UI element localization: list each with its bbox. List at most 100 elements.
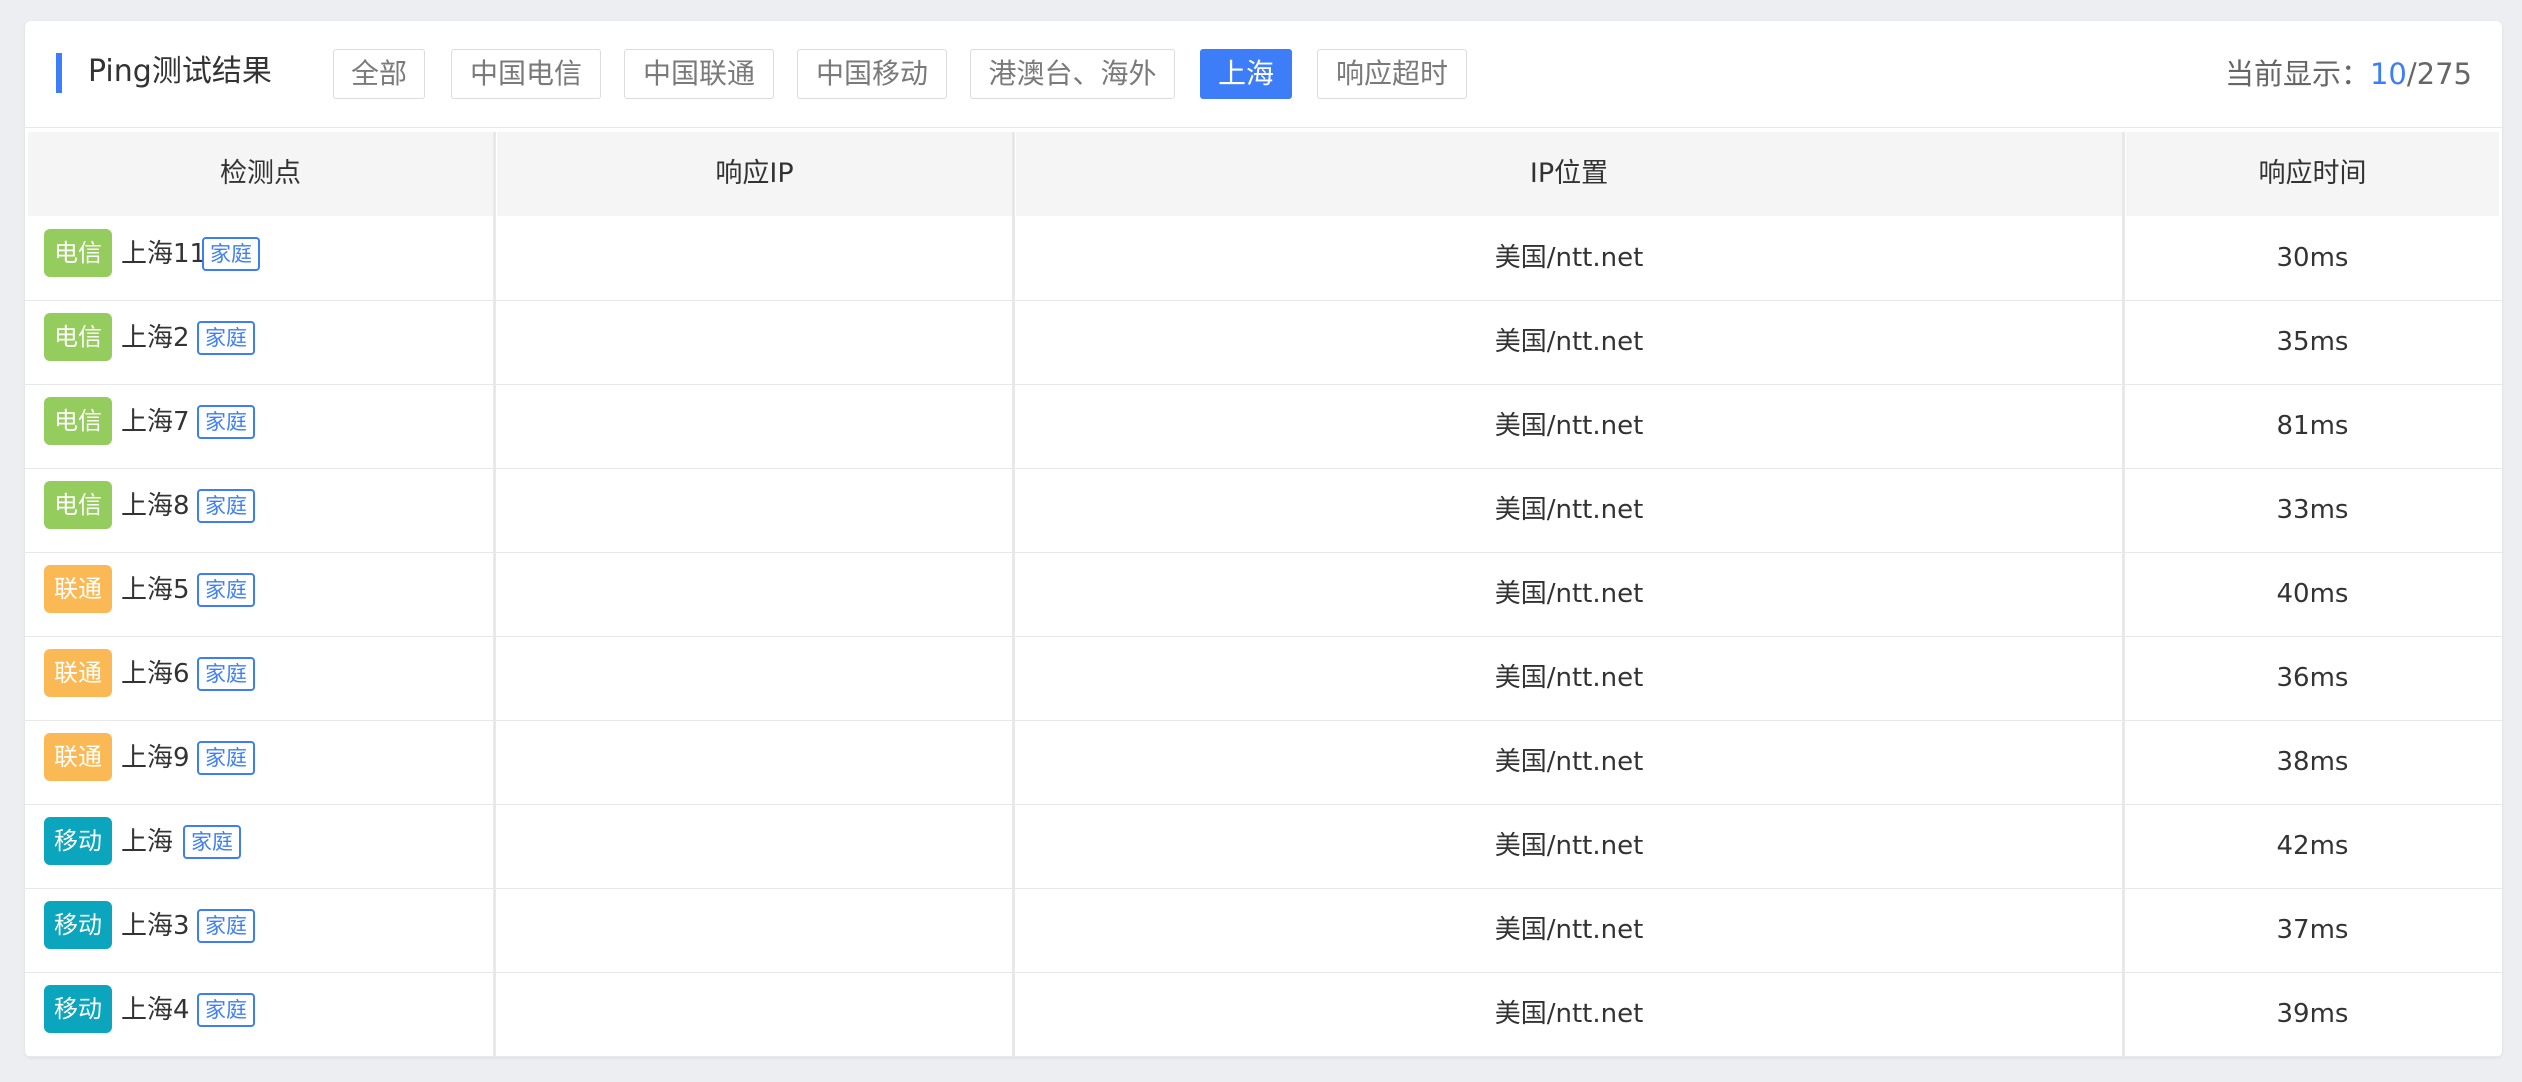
node-type-tag: 家庭 bbox=[197, 741, 255, 775]
tab-china-mobile[interactable]: 中国移动 bbox=[797, 49, 947, 99]
column-header-response-time[interactable]: 响应时间 bbox=[2126, 132, 2499, 216]
column-header-response-ip[interactable]: 响应IP bbox=[497, 132, 1012, 216]
response-time-cell: 30ms bbox=[2276, 243, 2349, 273]
ip-location-cell: 美国/ntt.net bbox=[1494, 579, 1644, 609]
response-time-cell: 81ms bbox=[2276, 411, 2349, 441]
node-name: 上海4 bbox=[121, 995, 190, 1025]
table-row: 电信 上海2 家庭 美国/ntt.net 35ms bbox=[25, 300, 2502, 385]
ip-location-cell: 美国/ntt.net bbox=[1494, 915, 1644, 945]
response-ip-cell bbox=[497, 384, 1012, 468]
ip-location-cell: 美国/ntt.net bbox=[1494, 495, 1644, 525]
response-time-cell: 38ms bbox=[2276, 747, 2349, 777]
tab-china-unicom[interactable]: 中国联通 bbox=[624, 49, 774, 99]
table-row: 联通 上海6 家庭 美国/ntt.net 36ms bbox=[25, 636, 2502, 721]
node-type-tag: 家庭 bbox=[197, 489, 255, 523]
ip-location-cell: 美国/ntt.net bbox=[1494, 327, 1644, 357]
isp-badge: 移动 bbox=[44, 817, 112, 865]
checkpoint-cell: 电信 上海8 家庭 bbox=[25, 468, 493, 552]
checkpoint-cell: 联通 上海5 家庭 bbox=[25, 552, 493, 636]
table-row: 联通 上海9 家庭 美国/ntt.net 38ms bbox=[25, 720, 2502, 805]
response-ip-cell bbox=[497, 804, 1012, 888]
ping-results-card: Ping测试结果 全部 中国电信 中国联通 中国移动 港澳台、海外 上海 响应超… bbox=[25, 21, 2502, 1057]
response-ip-cell bbox=[497, 720, 1012, 804]
response-time-cell: 33ms bbox=[2276, 495, 2349, 525]
isp-badge: 联通 bbox=[44, 649, 112, 697]
node-name: 上海6 bbox=[121, 659, 190, 689]
table-row: 电信 上海11 家庭 美国/ntt.net 30ms bbox=[25, 216, 2502, 301]
isp-badge: 电信 bbox=[44, 229, 112, 277]
response-ip-cell bbox=[497, 552, 1012, 636]
tab-shanghai[interactable]: 上海 bbox=[1200, 49, 1292, 99]
response-time-cell: 36ms bbox=[2276, 663, 2349, 693]
count-total: /275 bbox=[2406, 57, 2472, 91]
node-name: 上海8 bbox=[121, 491, 190, 521]
column-header-ip-location[interactable]: IP位置 bbox=[1016, 132, 2122, 216]
checkpoint-cell: 移动 上海4 家庭 bbox=[25, 972, 493, 1056]
checkpoint-cell: 移动 上海3 家庭 bbox=[25, 888, 493, 972]
isp-badge: 移动 bbox=[44, 985, 112, 1033]
checkpoint-cell: 电信 上海7 家庭 bbox=[25, 384, 493, 468]
ip-location-cell: 美国/ntt.net bbox=[1494, 747, 1644, 777]
ip-location-cell: 美国/ntt.net bbox=[1494, 243, 1644, 273]
ip-location-cell: 美国/ntt.net bbox=[1494, 411, 1644, 441]
response-ip-cell bbox=[497, 216, 1012, 300]
tab-all[interactable]: 全部 bbox=[333, 49, 425, 99]
table-row: 联通 上海5 家庭 美国/ntt.net 40ms bbox=[25, 552, 2502, 637]
tab-china-telecom[interactable]: 中国电信 bbox=[451, 49, 601, 99]
response-time-cell: 39ms bbox=[2276, 999, 2349, 1029]
table-row: 电信 上海7 家庭 美国/ntt.net 81ms bbox=[25, 384, 2502, 469]
tab-timeout[interactable]: 响应超时 bbox=[1317, 49, 1467, 99]
table-header: 检测点 响应IP IP位置 响应时间 bbox=[25, 132, 2502, 216]
response-ip-cell bbox=[497, 972, 1012, 1056]
response-time-cell: 42ms bbox=[2276, 831, 2349, 861]
response-ip-cell bbox=[497, 300, 1012, 384]
isp-badge: 联通 bbox=[44, 565, 112, 613]
node-type-tag: 家庭 bbox=[197, 405, 255, 439]
response-time-cell: 35ms bbox=[2276, 327, 2349, 357]
isp-badge: 电信 bbox=[44, 397, 112, 445]
table-row: 移动 上海3 家庭 美国/ntt.net 37ms bbox=[25, 888, 2502, 973]
response-ip-cell bbox=[497, 636, 1012, 720]
checkpoint-cell: 电信 上海2 家庭 bbox=[25, 300, 493, 384]
node-name: 上海5 bbox=[121, 575, 190, 605]
node-type-tag: 家庭 bbox=[183, 825, 241, 859]
node-name: 上海11 bbox=[121, 239, 207, 269]
node-name: 上海9 bbox=[121, 743, 190, 773]
checkpoint-cell: 联通 上海9 家庭 bbox=[25, 720, 493, 804]
isp-badge: 电信 bbox=[44, 481, 112, 529]
node-type-tag: 家庭 bbox=[202, 237, 260, 271]
isp-badge: 移动 bbox=[44, 901, 112, 949]
ip-location-cell: 美国/ntt.net bbox=[1494, 663, 1644, 693]
node-name: 上海7 bbox=[121, 407, 190, 437]
response-time-cell: 37ms bbox=[2276, 915, 2349, 945]
table-row: 移动 上海 家庭 美国/ntt.net 42ms bbox=[25, 804, 2502, 889]
checkpoint-cell: 移动 上海 家庭 bbox=[25, 804, 493, 888]
column-header-checkpoint[interactable]: 检测点 bbox=[28, 132, 493, 216]
checkpoint-cell: 电信 上海11 家庭 bbox=[25, 216, 493, 300]
response-time-cell: 40ms bbox=[2276, 579, 2349, 609]
isp-badge: 联通 bbox=[44, 733, 112, 781]
node-name: 上海 bbox=[121, 827, 174, 857]
title-accent-bar bbox=[56, 53, 62, 93]
response-ip-cell bbox=[497, 888, 1012, 972]
tab-hk-macau-taiwan-overseas[interactable]: 港澳台、海外 bbox=[970, 49, 1175, 99]
table-row: 电信 上海8 家庭 美国/ntt.net 33ms bbox=[25, 468, 2502, 553]
node-type-tag: 家庭 bbox=[197, 321, 255, 355]
node-name: 上海3 bbox=[121, 911, 190, 941]
node-type-tag: 家庭 bbox=[197, 993, 255, 1027]
results-header: Ping测试结果 全部 中国电信 中国联通 中国移动 港澳台、海外 上海 响应超… bbox=[25, 21, 2502, 128]
node-type-tag: 家庭 bbox=[197, 909, 255, 943]
node-name: 上海2 bbox=[121, 323, 190, 353]
table-row: 移动 上海4 家庭 美国/ntt.net 39ms bbox=[25, 972, 2502, 1057]
ip-location-cell: 美国/ntt.net bbox=[1494, 999, 1644, 1029]
display-count: 当前显示：10/275 bbox=[2225, 53, 2472, 95]
checkpoint-cell: 联通 上海6 家庭 bbox=[25, 636, 493, 720]
node-type-tag: 家庭 bbox=[197, 657, 255, 691]
node-type-tag: 家庭 bbox=[197, 573, 255, 607]
count-current: 10 bbox=[2369, 57, 2407, 91]
page-title: Ping测试结果 bbox=[88, 54, 272, 89]
count-label: 当前显示： bbox=[2224, 57, 2370, 91]
response-ip-cell bbox=[497, 468, 1012, 552]
isp-badge: 电信 bbox=[44, 313, 112, 361]
ip-location-cell: 美国/ntt.net bbox=[1494, 831, 1644, 861]
